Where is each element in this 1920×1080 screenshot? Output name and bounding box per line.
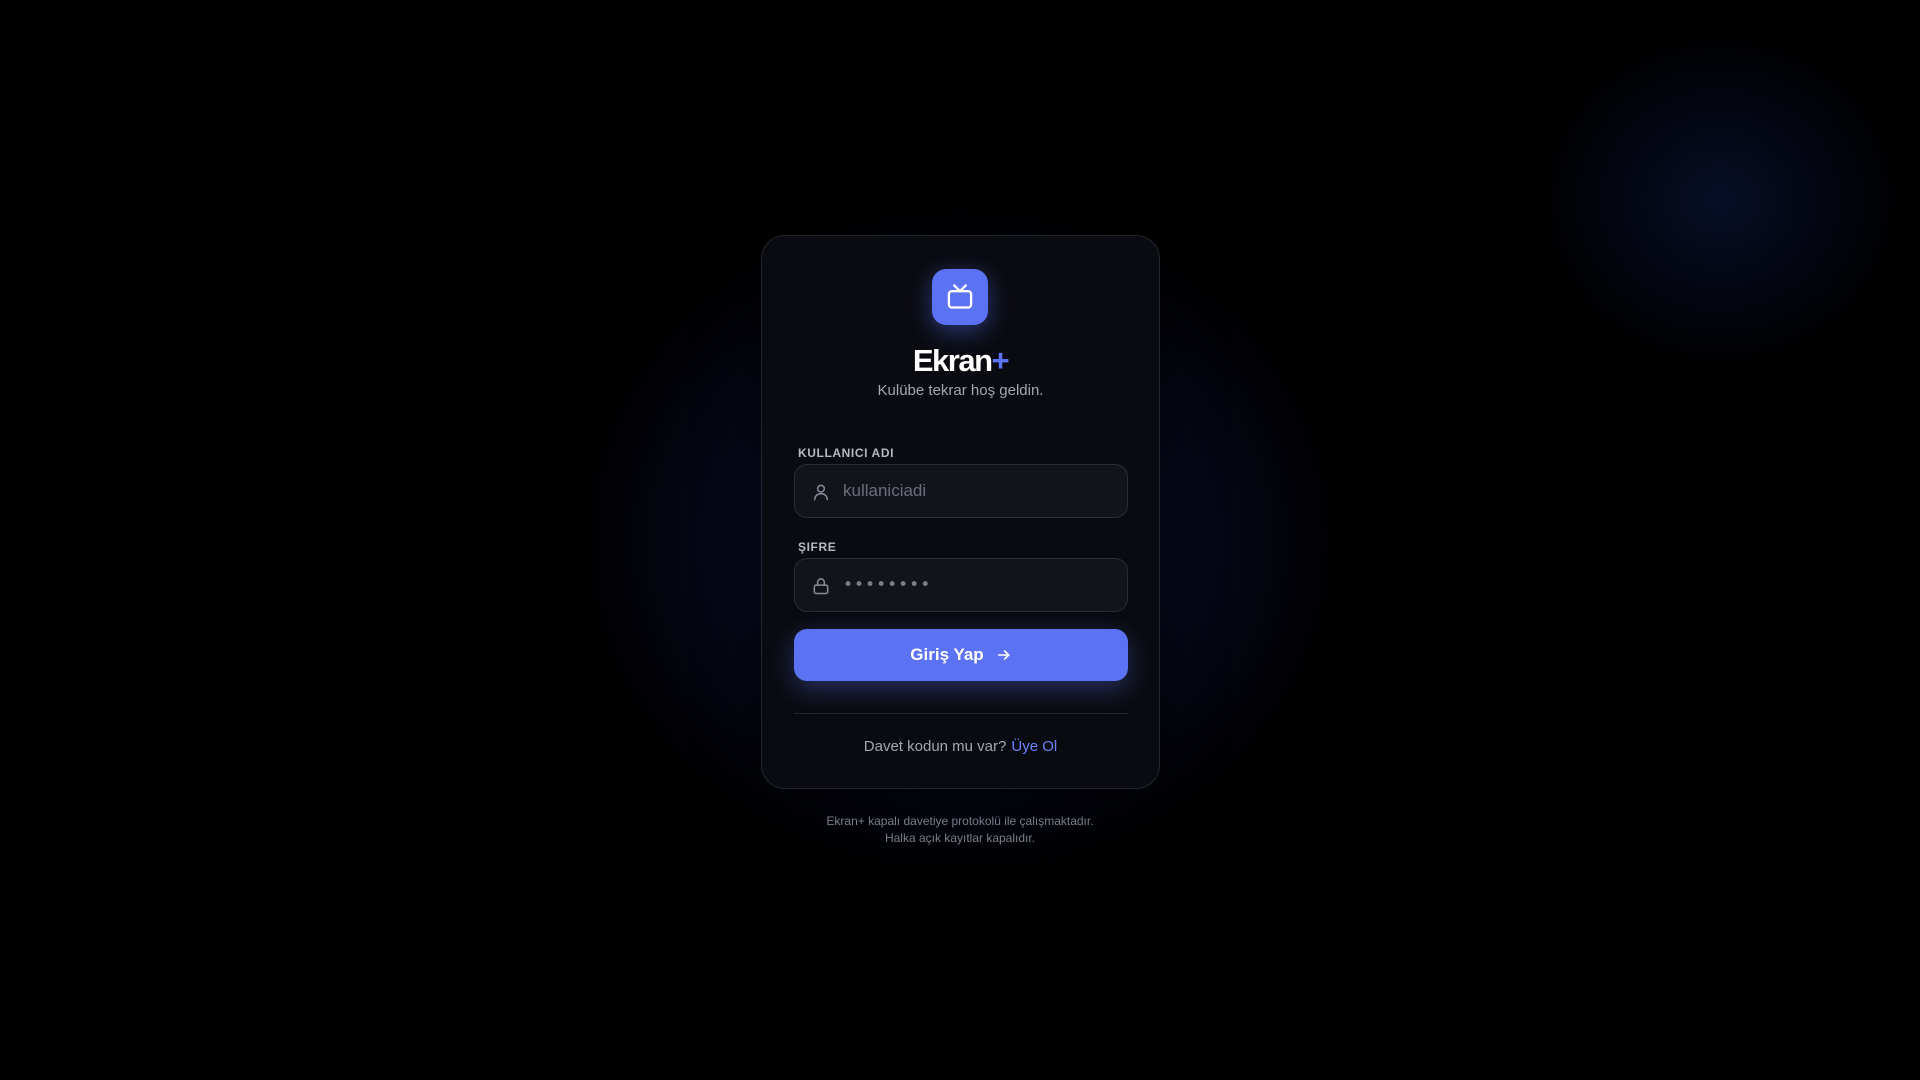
brand-name: Ekran — [912, 343, 993, 378]
username-field[interactable] — [794, 464, 1128, 518]
invite-row: Davet kodun mu var? Üye Ol — [762, 738, 1159, 755]
username-label: KULLANICI ADI — [798, 446, 895, 460]
login-button[interactable]: Giriş Yap — [794, 629, 1128, 681]
welcome-subtitle: Kulübe tekrar hoş geldin. — [877, 382, 1044, 399]
invite-text: Davet kodun mu var? — [863, 738, 1007, 755]
tv-icon — [947, 284, 973, 309]
divider — [794, 713, 1128, 714]
password-label: ŞIFRE — [798, 540, 837, 554]
arrow-right-icon — [997, 650, 1010, 660]
lock-icon — [813, 578, 829, 595]
login-card: Ekran+ Kulübe tekrar hoş geldin. KULLANI… — [761, 235, 1160, 789]
login-button-label: Giriş Yap — [910, 645, 984, 664]
footer-line-1: Ekran+ kapalı davetiye protokolü ile çal… — [826, 814, 1094, 828]
footer-line-2: Halka açık kayıtlar kapalıdır. — [884, 831, 1036, 845]
username-input[interactable] — [843, 465, 1113, 517]
app-logo — [932, 269, 988, 325]
brand-plus: + — [991, 343, 1010, 378]
user-icon — [814, 484, 828, 501]
password-placeholder[interactable]: •••••••• — [843, 575, 931, 595]
footer-note: Ekran+ kapalı davetiye protokolü ile çal… — [0, 813, 1920, 847]
signup-link[interactable]: Üye Ol — [1011, 738, 1057, 755]
password-field[interactable]: •••••••• — [794, 558, 1128, 612]
brand-title: Ekran+ — [762, 343, 1159, 379]
